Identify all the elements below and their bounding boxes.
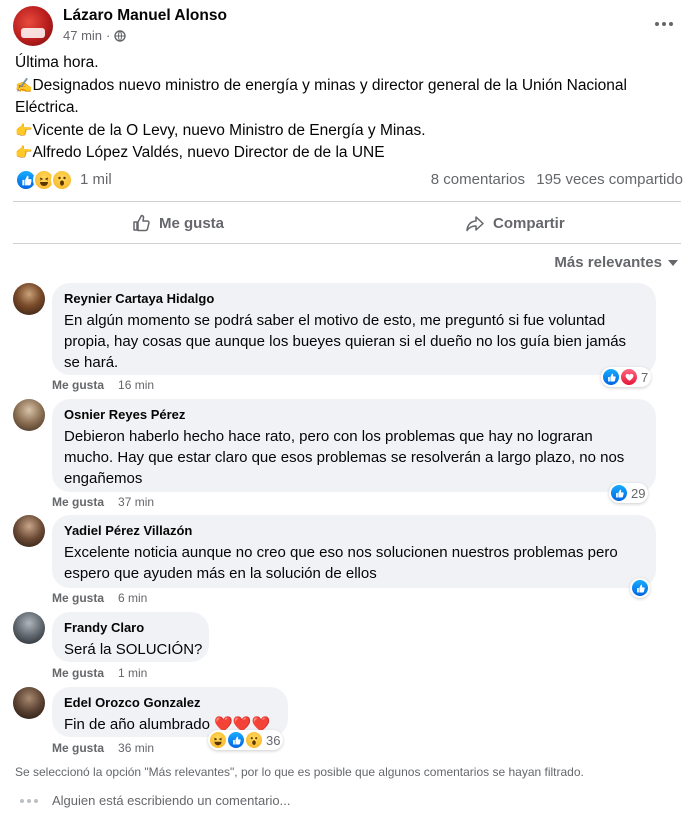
comment-footer: Me gusta 6 min	[52, 591, 147, 605]
divider	[13, 201, 681, 202]
comment-footer: Me gusta 16 min	[52, 378, 154, 392]
comment-reactions[interactable]: 7	[601, 367, 652, 387]
commenter-name[interactable]: Reynier Cartaya Hidalgo	[64, 291, 644, 307]
like-button[interactable]: Me gusta	[131, 207, 224, 239]
meta-separator: ·	[106, 28, 111, 43]
commenter-avatar[interactable]	[13, 687, 45, 719]
share-button-label: Compartir	[493, 214, 565, 232]
sort-dropdown[interactable]: Más relevantes	[554, 254, 678, 271]
author-avatar[interactable]	[13, 6, 53, 46]
comment-time[interactable]: 37 min	[118, 495, 154, 509]
post-text: Última hora. ✍️Designados nuevo ministro…	[15, 52, 675, 165]
comment-bubble: Yadiel Pérez Villazón Excelente noticia …	[52, 515, 656, 588]
like-reaction-icon	[602, 368, 620, 386]
love-reaction-icon	[620, 368, 638, 386]
share-count[interactable]: 195 veces compartido	[536, 171, 683, 188]
comment-footer: Me gusta 36 min	[52, 741, 154, 755]
wow-reaction-icon	[245, 731, 263, 749]
reaction-count[interactable]: 1 mil	[80, 171, 112, 188]
comment-like-button[interactable]: Me gusta	[52, 495, 104, 509]
comment-text: Excelente noticia aunque no creo que eso…	[64, 544, 618, 582]
comment-count[interactable]: 8 comentarios	[431, 171, 525, 188]
filter-notice: Se seleccionó la opción "Más relevantes"…	[15, 765, 584, 779]
share-button[interactable]: Compartir	[465, 207, 565, 239]
post-line: 👉Vicente de la O Levy, nuevo Ministro de…	[15, 121, 426, 139]
comment-footer: Me gusta 1 min	[52, 666, 147, 680]
comment-bubble: Frandy Claro Será la SOLUCIÓN?	[52, 612, 209, 662]
comment-reaction-count: 29	[631, 485, 646, 501]
typing-dots-icon	[20, 798, 38, 803]
comment-reaction-count: 7	[641, 369, 649, 385]
commenter-name[interactable]: Edel Orozco Gonzalez	[64, 695, 276, 711]
haha-reaction-icon	[209, 731, 227, 749]
comment-bubble: Reynier Cartaya Hidalgo En algún momento…	[52, 283, 656, 375]
sort-label: Más relevantes	[554, 254, 662, 271]
comment-like-button[interactable]: Me gusta	[52, 378, 104, 392]
comment-time[interactable]: 16 min	[118, 378, 154, 392]
commenter-avatar[interactable]	[13, 283, 45, 315]
commenter-name[interactable]: Frandy Claro	[64, 620, 197, 636]
comment-time[interactable]: 36 min	[118, 741, 154, 755]
like-reaction-icon	[227, 731, 245, 749]
caret-down-icon	[668, 259, 678, 266]
comment-reactions[interactable]: 36	[208, 730, 284, 750]
comment-footer: Me gusta 37 min	[52, 495, 154, 509]
commenter-avatar[interactable]	[13, 515, 45, 547]
commenter-avatar[interactable]	[13, 399, 45, 431]
reactions-summary: 1 mil 8 comentarios 195 veces compartido	[15, 169, 683, 191]
comment-time[interactable]: 1 min	[118, 666, 147, 680]
post-line: Eléctrica.	[15, 99, 79, 116]
commenter-name[interactable]: Osnier Reyes Pérez	[64, 407, 644, 423]
typing-text: Alguien está escribiendo un comentario..…	[52, 793, 291, 808]
comment-text: En algún momento se podrá saber el motiv…	[64, 312, 627, 371]
comment-reactions[interactable]	[630, 578, 650, 598]
like-button-label: Me gusta	[159, 214, 225, 232]
comment-like-button[interactable]: Me gusta	[52, 591, 104, 605]
post-line: Última hora.	[15, 54, 99, 71]
comment-like-button[interactable]: Me gusta	[52, 741, 104, 755]
comment-time[interactable]: 6 min	[118, 591, 147, 605]
author-name[interactable]: Lázaro Manuel Alonso	[63, 7, 227, 25]
wow-reaction-icon	[51, 169, 73, 191]
comment-like-button[interactable]: Me gusta	[52, 666, 104, 680]
comment-text: Será la SOLUCIÓN?	[64, 641, 203, 658]
comment-bubble: Osnier Reyes Pérez Debieron haberlo hech…	[52, 399, 656, 492]
post-card: Lázaro Manuel Alonso 47 min · Última hor…	[0, 0, 693, 820]
post-line: ✍️Designados nuevo ministro de energía y…	[15, 76, 627, 94]
post-line: 👉Alfredo López Valdés, nuevo Director de…	[15, 144, 385, 161]
comment-reactions[interactable]: 29	[609, 483, 649, 503]
like-reaction-icon	[631, 579, 649, 597]
comment-reaction-count: 36	[266, 732, 281, 748]
reaction-icons[interactable]	[15, 169, 73, 191]
like-icon	[133, 214, 150, 232]
commenter-avatar[interactable]	[13, 612, 45, 644]
commenter-name[interactable]: Yadiel Pérez Villazón	[64, 523, 644, 539]
comment-text: Debieron haberlo hecho hace rato, pero c…	[64, 428, 625, 487]
post-time[interactable]: 47 min	[63, 28, 102, 43]
share-icon	[466, 216, 484, 232]
divider	[13, 243, 681, 244]
globe-icon	[114, 29, 127, 42]
post-meta: 47 min ·	[63, 28, 127, 43]
more-icon[interactable]	[652, 12, 676, 36]
like-reaction-icon	[610, 484, 628, 502]
typing-indicator: Alguien está escribiendo un comentario..…	[20, 793, 290, 808]
